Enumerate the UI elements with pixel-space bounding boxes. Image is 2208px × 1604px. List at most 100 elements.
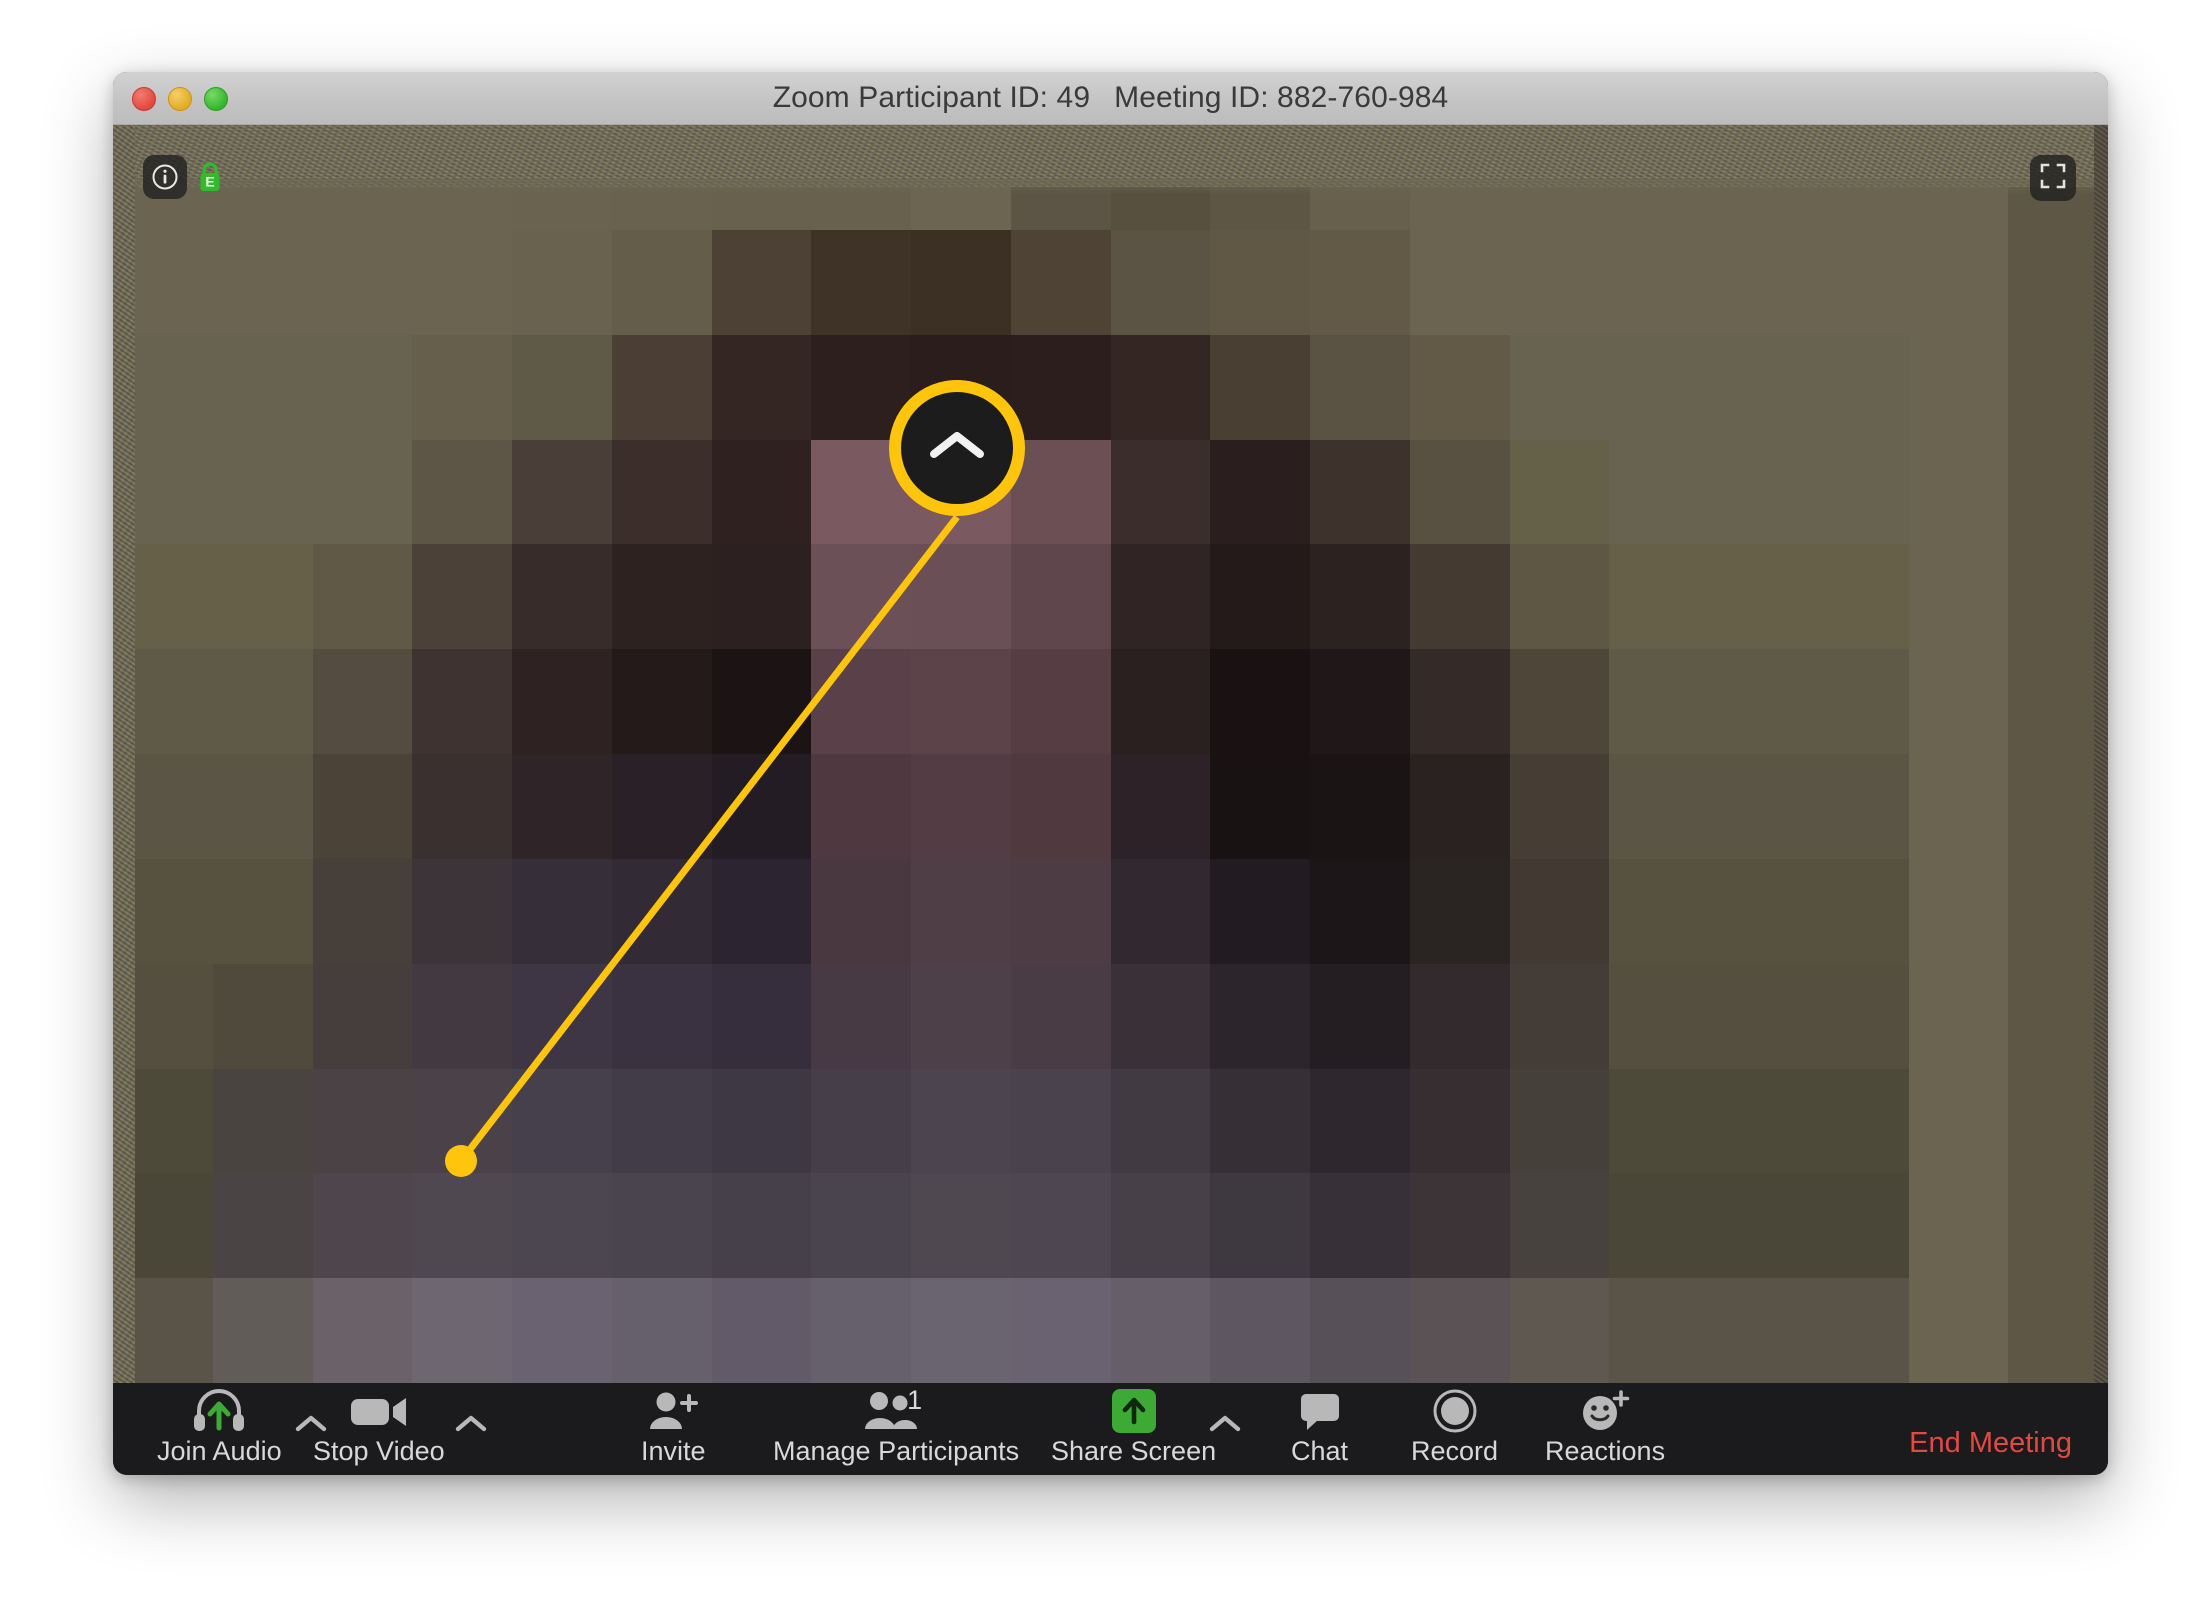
video-mosaic-cell [712, 1173, 812, 1278]
video-mosaic-cell [612, 544, 712, 649]
video-mosaic-cell [1410, 440, 1510, 545]
video-mosaic-cell [213, 1278, 313, 1383]
video-mosaic-cell [313, 859, 413, 964]
video-mosaic-cell [712, 1278, 812, 1383]
video-mosaic-cell [1011, 859, 1111, 964]
video-mosaic-cell [512, 754, 612, 859]
video-mosaic-cell [1709, 964, 1809, 1069]
minimize-button[interactable] [168, 87, 192, 111]
video-mosaic-cell [213, 1173, 313, 1278]
video-mosaic-cell [1410, 1069, 1510, 1174]
video-mosaic-cell [1510, 335, 1610, 440]
video-mosaic-cell [612, 440, 712, 545]
zoom-button[interactable] [204, 87, 228, 111]
end-meeting-button[interactable]: End Meeting [1909, 1427, 2072, 1460]
video-mosaic-cell [313, 1278, 413, 1383]
person-add-icon [645, 1389, 701, 1433]
video-mosaic-cell [911, 1278, 1011, 1383]
video-mosaic-cell [1011, 754, 1111, 859]
toolbar-invite[interactable]: Invite [641, 1389, 706, 1471]
video-mosaic-cell [612, 1173, 712, 1278]
video-mosaic-cell [1510, 754, 1610, 859]
video-mosaic-cell [412, 754, 512, 859]
window-traffic-lights[interactable] [132, 72, 228, 125]
toolbar-stop-video[interactable]: Stop Video [313, 1389, 445, 1471]
video-mosaic-cell [213, 544, 313, 649]
video-mosaic-cell [1609, 1173, 1709, 1278]
toolbar-chat[interactable]: Chat [1291, 1389, 1348, 1471]
video-mosaic-cell [1709, 544, 1809, 649]
video-mosaic-cell [1210, 649, 1310, 754]
video-camera-icon [349, 1389, 409, 1433]
enter-fullscreen-button[interactable] [2030, 155, 2076, 201]
video-mosaic-cell [1809, 859, 1909, 964]
people-icon: 1 [863, 1389, 929, 1433]
video-mosaic-cell [1909, 649, 2009, 754]
video-mosaic-cell [313, 544, 413, 649]
video-mosaic-cell [1410, 335, 1510, 440]
video-mosaic-cell [1210, 964, 1310, 1069]
video-mosaic-cell [1111, 440, 1211, 545]
video-mosaic-cell [1709, 440, 1809, 545]
video-mosaic-cell [612, 649, 712, 754]
video-mosaic-cell [612, 859, 712, 964]
video-mosaic-cell [412, 1173, 512, 1278]
video-mosaic-cell [412, 440, 512, 545]
toolbar-reactions[interactable]: Reactions [1545, 1389, 1665, 1471]
video-mosaic-cell [1011, 544, 1111, 649]
video-mosaic-cell [712, 859, 812, 964]
video-mosaic-cell [811, 1173, 911, 1278]
toolbar-share-screen[interactable]: Share Screen [1051, 1389, 1216, 1471]
video-mosaic-cell [1909, 544, 2009, 649]
meeting-info-button[interactable] [143, 155, 187, 199]
video-mosaic-cell [911, 544, 1011, 649]
video-mosaic-cell [712, 754, 812, 859]
video-mosaic-cell [1210, 1278, 1310, 1383]
video-mosaic-cell [1709, 859, 1809, 964]
video-mosaic-cell [1909, 964, 2009, 1069]
video-mosaic-cell [1709, 1069, 1809, 1174]
video-mosaic-cell [712, 964, 812, 1069]
share-screen-up-arrow-icon [1112, 1389, 1156, 1433]
video-mosaic-cell [1709, 230, 1809, 335]
video-mosaic-cell [1111, 335, 1211, 440]
share-screen-options-caret[interactable] [1205, 1411, 1245, 1441]
video-mosaic-cell [1310, 335, 1410, 440]
video-mosaic-cell [213, 1069, 313, 1174]
video-grain-fade [113, 179, 2108, 195]
video-mosaic-cell [1111, 754, 1211, 859]
video-mosaic-cell [612, 335, 712, 440]
video-mosaic-cell [313, 964, 413, 1069]
toolbar-join-audio[interactable]: Join Audio [157, 1389, 282, 1471]
video-mosaic-cell [1011, 1069, 1111, 1174]
video-mosaic-cell [811, 649, 911, 754]
video-mosaic-cell [1909, 1278, 2009, 1383]
video-stage[interactable]: E [113, 125, 2108, 1383]
toolbar-chat-label: Chat [1291, 1438, 1348, 1465]
video-mosaic-cell [1410, 1173, 1510, 1278]
video-mosaic-cell [1909, 754, 2009, 859]
video-mosaic-cell [1011, 335, 1111, 440]
headset-join-audio-icon [191, 1389, 247, 1433]
stop-video-options-caret[interactable] [451, 1411, 491, 1441]
video-mosaic-cell [1410, 964, 1510, 1069]
video-mosaic-cell [1111, 859, 1211, 964]
video-mosaic-cell [213, 440, 313, 545]
video-mosaic-cell [1210, 754, 1310, 859]
toolbar-record[interactable]: Record [1411, 1389, 1498, 1471]
record-circle-icon [1432, 1389, 1478, 1433]
video-mosaic-cell [1609, 859, 1709, 964]
participant-count-badge: 1 [907, 1387, 922, 1414]
video-mosaic-cell [313, 649, 413, 754]
video-mosaic-cell [1111, 1173, 1211, 1278]
close-button[interactable] [132, 87, 156, 111]
video-mosaic-cell [1609, 544, 1709, 649]
video-mosaic-cell [911, 649, 1011, 754]
toolbar-share-screen-label: Share Screen [1051, 1438, 1216, 1465]
chevron-up-icon [926, 426, 988, 471]
toolbar-manage-participants[interactable]: 1 Manage Participants [773, 1389, 1019, 1471]
video-right-edge-strip [2094, 125, 2108, 1383]
video-mosaic-cell [1510, 544, 1610, 649]
toolbar-manage-participants-label: Manage Participants [773, 1438, 1019, 1465]
video-mosaic-cell [412, 649, 512, 754]
